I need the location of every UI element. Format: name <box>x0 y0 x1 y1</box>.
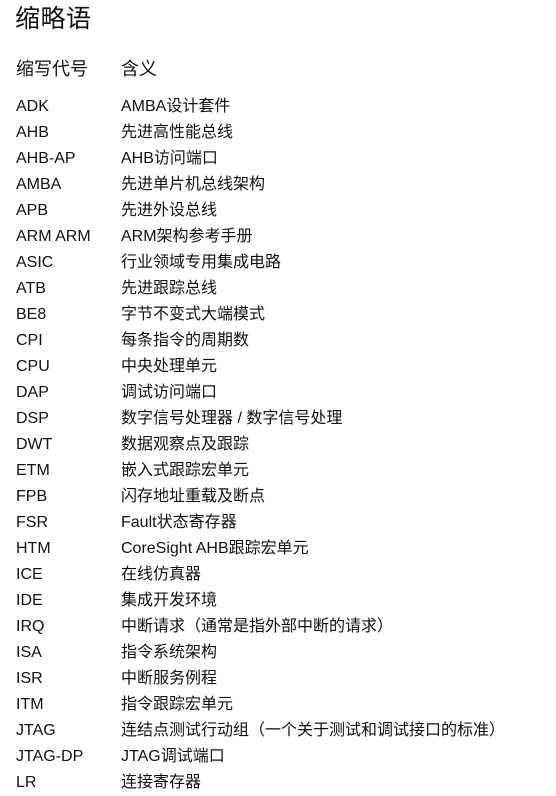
abbreviation-code: CPU <box>16 358 50 375</box>
abbreviation-code: DSP <box>16 410 49 427</box>
abbreviation-meaning: 中央处理单元 <box>121 358 218 375</box>
abbreviation-code: ISA <box>16 644 42 661</box>
abbreviation-row: ATB 先进跟踪总线 <box>16 276 552 302</box>
abbreviation-row: HTM CoreSight AHB跟踪宏单元 <box>16 536 552 562</box>
abbreviation-code: BE8 <box>16 306 47 323</box>
abbreviation-list: ADK AMBA设计套件 AHB 先进高性能总线 AHB-AP AHB访问端口 … <box>16 94 552 796</box>
abbreviation-code: DAP <box>16 384 49 401</box>
abbreviation-code: IRQ <box>16 618 45 635</box>
abbreviation-code: ETM <box>16 462 50 479</box>
abbreviation-meaning: 字节不变式大端模式 <box>121 306 266 323</box>
abbreviation-code: DWT <box>16 436 53 453</box>
abbreviation-row: ARM ARM ARM架构参考手册 <box>16 224 552 250</box>
abbreviation-code: ARM ARM <box>16 228 91 245</box>
abbreviation-code: APB <box>16 202 49 219</box>
abbreviation-meaning: 调试访问端口 <box>121 384 218 401</box>
abbreviation-row: FSR Fault状态寄存器 <box>16 510 552 536</box>
abbreviation-row: CPI 每条指令的周期数 <box>16 328 552 354</box>
abbreviation-meaning: 先进单片机总线架构 <box>121 176 266 193</box>
abbreviation-meaning: CoreSight AHB跟踪宏单元 <box>121 540 309 557</box>
abbreviation-row: AHB-AP AHB访问端口 <box>16 146 552 172</box>
abbreviation-code: AMBA <box>16 176 62 193</box>
abbreviation-code: AHB <box>16 124 49 141</box>
abbreviation-code: ICE <box>16 566 43 583</box>
abbreviation-row: ISR 中断服务例程 <box>16 666 552 692</box>
abbreviation-code: FSR <box>16 514 48 531</box>
abbreviation-meaning: 连接寄存器 <box>121 774 202 791</box>
abbreviation-meaning: 集成开发环境 <box>121 592 218 609</box>
abbreviation-meaning: 连结点测试行动组（一个关于测试和调试接口的标准） <box>121 722 506 739</box>
abbreviation-code: IDE <box>16 592 43 609</box>
abbreviation-row: FPB 闪存地址重载及断点 <box>16 484 552 510</box>
abbreviation-code: ITM <box>16 696 44 713</box>
table-header: 缩写代号 含义 <box>16 57 536 81</box>
abbreviation-code: JTAG <box>16 722 56 739</box>
abbreviation-row: DWT 数据观察点及跟踪 <box>16 432 552 458</box>
abbreviation-meaning: 指令跟踪宏单元 <box>121 696 234 713</box>
abbreviation-meaning: AMBA设计套件 <box>121 98 231 115</box>
abbreviation-meaning: 先进外设总线 <box>121 202 218 219</box>
abbreviation-meaning: 在线仿真器 <box>121 566 202 583</box>
abbreviation-row: ICE 在线仿真器 <box>16 562 552 588</box>
abbreviation-row: ETM 嵌入式跟踪宏单元 <box>16 458 552 484</box>
abbreviation-row: ISA 指令系统架构 <box>16 640 552 666</box>
abbreviation-code: LR <box>16 774 37 791</box>
abbreviation-code: HTM <box>16 540 51 557</box>
abbreviation-meaning: Fault状态寄存器 <box>121 514 237 531</box>
abbreviation-meaning: 每条指令的周期数 <box>121 332 250 349</box>
abbreviation-code: ATB <box>16 280 46 297</box>
abbreviation-row: BE8 字节不变式大端模式 <box>16 302 552 328</box>
abbreviation-meaning: 中断请求（通常是指外部中断的请求） <box>121 618 394 635</box>
abbreviation-row: JTAG 连结点测试行动组（一个关于测试和调试接口的标准） <box>16 718 552 744</box>
abbreviation-row: IDE 集成开发环境 <box>16 588 552 614</box>
abbreviation-meaning: 数据观察点及跟踪 <box>121 436 250 453</box>
abbreviation-meaning: 先进高性能总线 <box>121 124 234 141</box>
abbreviation-row: DAP 调试访问端口 <box>16 380 552 406</box>
abbreviation-row: APB 先进外设总线 <box>16 198 552 224</box>
abbreviation-code: CPI <box>16 332 43 349</box>
abbreviation-meaning: JTAG调试端口 <box>121 748 225 765</box>
abbreviation-row: JTAG-DP JTAG调试端口 <box>16 744 552 770</box>
abbreviation-meaning: ARM架构参考手册 <box>121 228 253 245</box>
abbreviation-code: ADK <box>16 98 49 115</box>
abbreviation-meaning: 行业领域专用集成电路 <box>121 254 282 271</box>
abbreviation-row: AMBA 先进单片机总线架构 <box>16 172 552 198</box>
abbreviation-meaning: 指令系统架构 <box>121 644 218 661</box>
abbreviation-code: AHB-AP <box>16 150 76 167</box>
abbreviation-code: FPB <box>16 488 48 505</box>
abbreviation-row: ADK AMBA设计套件 <box>16 94 552 120</box>
abbreviation-row: ASIC 行业领域专用集成电路 <box>16 250 552 276</box>
abbreviation-meaning: 先进跟踪总线 <box>121 280 218 297</box>
page-title: 缩略语 <box>15 5 92 33</box>
abbreviation-meaning: 中断服务例程 <box>121 670 218 687</box>
abbreviation-row: LR 连接寄存器 <box>16 770 552 796</box>
abbreviation-code: ASIC <box>16 254 54 271</box>
abbreviation-meaning: 嵌入式跟踪宏单元 <box>121 462 250 479</box>
abbreviation-meaning: AHB访问端口 <box>121 150 218 167</box>
abbreviation-row: DSP 数字信号处理器 / 数字信号处理 <box>16 406 552 432</box>
abbreviation-row: IRQ 中断请求（通常是指外部中断的请求） <box>16 614 552 640</box>
abbreviation-row: ITM 指令跟踪宏单元 <box>16 692 552 718</box>
abbreviations-page: 缩略语 缩写代号 含义 ADK AMBA设计套件 AHB 先进高性能总线 AHB… <box>0 0 556 792</box>
abbreviation-column-header: 缩写代号 <box>16 59 88 79</box>
abbreviation-code: ISR <box>16 670 43 687</box>
abbreviation-row: AHB 先进高性能总线 <box>16 120 552 146</box>
abbreviation-row: CPU 中央处理单元 <box>16 354 552 380</box>
abbreviation-meaning: 闪存地址重载及断点 <box>121 488 266 505</box>
abbreviation-code: JTAG-DP <box>16 748 84 765</box>
meaning-column-header: 含义 <box>121 59 157 79</box>
abbreviation-meaning: 数字信号处理器 / 数字信号处理 <box>121 410 343 427</box>
